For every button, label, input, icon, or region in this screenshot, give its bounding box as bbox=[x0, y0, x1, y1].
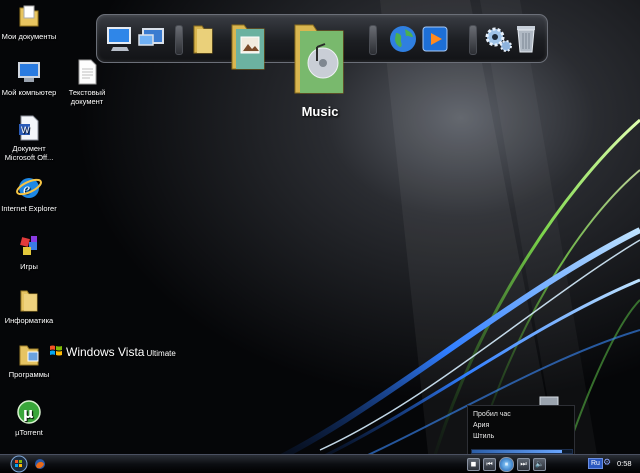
vista-edition-text: Ultimate bbox=[146, 349, 176, 358]
media-progress-fill bbox=[472, 450, 562, 453]
desktop-icon-label: Internet Explorer bbox=[1, 204, 57, 213]
folder-icon bbox=[15, 286, 43, 314]
volume-button[interactable]: 🔈 bbox=[533, 457, 546, 471]
dock-separator bbox=[469, 25, 477, 55]
desktop-icon-label: Документ Microsoft Off... bbox=[4, 144, 54, 162]
tray-settings-icon[interactable]: ⚙ bbox=[603, 458, 611, 468]
language-indicator[interactable]: Ru bbox=[588, 458, 603, 469]
utorrent-icon: µ bbox=[15, 398, 43, 426]
programs-folder-icon bbox=[15, 340, 43, 368]
desktop-icon-informatika[interactable]: Информатика bbox=[0, 286, 64, 325]
desktop-icon-label: Информатика bbox=[4, 316, 54, 325]
my-documents-folder-icon bbox=[15, 2, 43, 30]
media-controls: ◼ ⏮ ⏸ ⏭ 🔈 bbox=[467, 456, 582, 472]
internet-explorer-icon: e bbox=[15, 174, 43, 202]
windows-flag-logo-icon bbox=[50, 345, 62, 356]
desktop-icon-word-document[interactable]: W Документ Microsoft Off... bbox=[0, 114, 64, 162]
music-folder-icon[interactable] bbox=[291, 21, 347, 99]
play-pause-button[interactable]: ⏸ bbox=[499, 456, 514, 472]
desktop-icon-label: Мои документы bbox=[1, 32, 57, 41]
firefox-quicklaunch-icon[interactable] bbox=[34, 458, 46, 470]
dock-separator bbox=[369, 25, 377, 55]
desktop-icon-label: Текстовый документ bbox=[68, 88, 106, 106]
text-document-icon bbox=[73, 58, 101, 86]
svg-text:W: W bbox=[21, 125, 30, 135]
desktop-icon-label: Игры bbox=[20, 262, 38, 271]
desktop-icon-utorrent[interactable]: µ µTorrent bbox=[0, 398, 64, 437]
next-track-button[interactable]: ⏭ bbox=[517, 457, 530, 471]
svg-text:µ: µ bbox=[23, 406, 33, 422]
taskbar: ◼ ⏮ ⏸ ⏭ 🔈 Ru ⚙ 0:58 bbox=[0, 454, 640, 473]
start-button[interactable] bbox=[10, 455, 28, 473]
computer-icon[interactable] bbox=[105, 25, 135, 53]
folder-icon[interactable] bbox=[191, 23, 215, 55]
desktop-icon-games[interactable]: Игры bbox=[0, 232, 64, 271]
globe-browser-icon[interactable] bbox=[387, 23, 419, 55]
settings-gears-icon[interactable] bbox=[483, 23, 515, 55]
dock-item-caption: Music bbox=[301, 104, 339, 119]
desktop-icon-internet-explorer[interactable]: e Internet Explorer bbox=[0, 174, 64, 213]
desktop-icon-label: Программы bbox=[8, 370, 50, 379]
desktop-icon-my-documents[interactable]: Мои документы bbox=[0, 2, 64, 41]
dock-bar bbox=[96, 14, 548, 94]
playlist-track[interactable]: Ария bbox=[468, 420, 574, 431]
vista-logo-text: Windows Vista bbox=[66, 345, 145, 359]
word-document-icon: W bbox=[15, 114, 43, 142]
games-icon bbox=[15, 232, 43, 260]
dock-separator bbox=[175, 25, 183, 55]
playlist-track[interactable]: Штиль bbox=[468, 431, 574, 442]
pictures-folder-icon[interactable] bbox=[229, 21, 267, 73]
system-clock[interactable]: 0:58 bbox=[617, 459, 632, 468]
media-player-widget: Пробил час Ария Штиль bbox=[467, 405, 575, 455]
windows-vista-logo: Windows Vista Ultimate bbox=[66, 345, 176, 359]
desktop-icon-text-document[interactable]: Текстовый документ bbox=[52, 58, 122, 106]
media-player-icon[interactable] bbox=[421, 24, 451, 54]
stop-button[interactable]: ◼ bbox=[467, 457, 480, 471]
previous-track-button[interactable]: ⏮ bbox=[483, 457, 496, 471]
playlist-track[interactable]: Пробил час bbox=[468, 409, 574, 420]
desktop-icon-label: µTorrent bbox=[15, 428, 43, 437]
my-computer-icon bbox=[15, 58, 43, 86]
network-icon[interactable] bbox=[137, 25, 167, 53]
recycle-bin-icon[interactable] bbox=[513, 22, 539, 54]
